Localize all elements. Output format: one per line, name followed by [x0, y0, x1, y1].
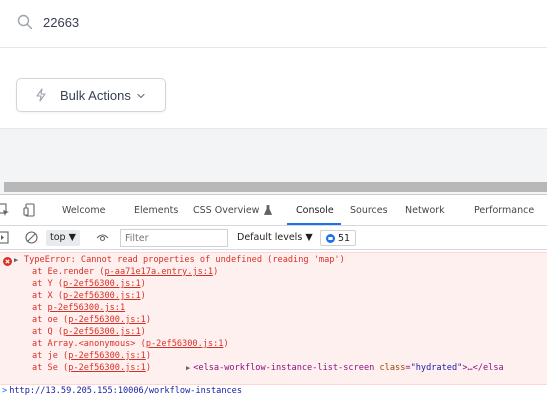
inspect-element-icon[interactable] — [0, 203, 10, 217]
console-navigation-url[interactable]: > http://13.59.205.155:10006/workflow-ins… — [0, 386, 242, 396]
search-icon — [17, 14, 33, 30]
clear-console-icon[interactable] — [25, 231, 38, 244]
tab-performance[interactable]: Performance — [474, 205, 534, 216]
tab-console[interactable]: Console — [296, 205, 334, 216]
tab-network[interactable]: Network — [405, 205, 445, 216]
dropdown-arrow-icon: ▼ — [68, 232, 76, 243]
device-toolbar-icon[interactable] — [23, 203, 37, 217]
console-filter-input[interactable] — [120, 229, 228, 247]
stack-frame: at Q (p-2ef56300.js:1) — [32, 327, 146, 337]
stack-frame: at X (p-2ef56300.js:1) — [32, 291, 146, 301]
active-tab-indicator — [287, 223, 341, 225]
live-expression-eye-icon[interactable] — [96, 231, 109, 244]
tab-css-overview[interactable]: CSS Overview — [193, 205, 259, 216]
bulk-actions-button[interactable]: Bulk Actions — [16, 78, 166, 112]
stack-frame: at Y (p-2ef56300.js:1) — [32, 279, 146, 289]
source-link[interactable]: p-2ef56300.js:1 — [68, 315, 146, 325]
sidebar-toggle-icon[interactable] — [0, 231, 9, 244]
stack-frame: at oe (p-2ef56300.js:1) — [32, 315, 152, 325]
flask-icon — [264, 205, 272, 215]
log-levels-dropdown[interactable]: Default levels ▼ — [237, 230, 313, 246]
log-levels-label: Default levels — [237, 232, 303, 243]
source-link[interactable]: p-2ef56300.js:1 — [68, 363, 146, 373]
issues-count: 51 — [338, 232, 351, 244]
console-output: ▶ TypeError: Cannot read properties of u… — [0, 250, 547, 399]
dom-element-reference[interactable]: ▶ <elsa-workflow-instance-list-screen cla… — [186, 363, 504, 373]
stack-frame: at Se (p-2ef56300.js:1) — [32, 363, 152, 373]
scrollbar-thumb[interactable] — [4, 182, 547, 192]
error-text: TypeError: Cannot read properties of und… — [24, 255, 345, 265]
actions-area: Bulk Actions — [0, 48, 547, 128]
source-link[interactable]: p-2ef56300.js:1 — [63, 291, 141, 301]
chevron-down-icon — [137, 93, 145, 98]
tab-sources[interactable]: Sources — [350, 205, 388, 216]
source-link[interactable]: p-2ef56300.js:1 — [146, 339, 224, 349]
stack-frame: at Ee.render (p-aa71e17a.entry.js:1) — [32, 267, 219, 277]
stack-frame: at je (p-2ef56300.js:1) — [32, 351, 152, 361]
search-input[interactable]: 22663 — [43, 15, 79, 30]
source-link[interactable]: p-aa71e17a.entry.js:1 — [104, 267, 213, 277]
tab-welcome[interactable]: Welcome — [62, 205, 105, 216]
issues-badge[interactable]: 51 — [320, 230, 357, 246]
horizontal-scrollbar[interactable] — [0, 180, 547, 194]
expand-triangle-icon[interactable]: ▶ — [186, 364, 190, 372]
chevron-right-icon: > — [2, 386, 8, 396]
console-error-message[interactable]: ▶ TypeError: Cannot read properties of u… — [0, 252, 547, 385]
context-value: top — [50, 232, 66, 243]
error-icon — [3, 257, 12, 266]
expand-triangle-icon[interactable]: ▶ — [14, 256, 18, 264]
content-background — [0, 128, 547, 180]
source-link[interactable]: p-2ef56300.js:1 — [63, 327, 141, 337]
tab-elements[interactable]: Elements — [134, 205, 178, 216]
devtools-tab-bar: Welcome Elements CSS Overview Console So… — [0, 195, 547, 226]
search-bar: 22663 — [0, 0, 547, 48]
source-link[interactable]: p-2ef56300.js:1 — [63, 279, 141, 289]
source-link[interactable]: p-2ef56300.js:1 — [68, 351, 146, 361]
console-toolbar: top ▼ Default levels ▼ 51 — [0, 226, 547, 250]
stack-frame: at Array.<anonymous> (p-2ef56300.js:1) — [32, 339, 229, 349]
dropdown-arrow-icon: ▼ — [305, 232, 313, 243]
devtools-panel: Welcome Elements CSS Overview Console So… — [0, 194, 547, 399]
lightning-icon — [36, 88, 46, 102]
stack-frame: at p-2ef56300.js:1 — [32, 303, 126, 313]
bulk-actions-label: Bulk Actions — [60, 87, 131, 103]
source-link[interactable]: p-2ef56300.js:1 — [48, 303, 126, 313]
context-selector[interactable]: top ▼ — [46, 230, 80, 246]
issues-message-icon — [326, 233, 335, 243]
